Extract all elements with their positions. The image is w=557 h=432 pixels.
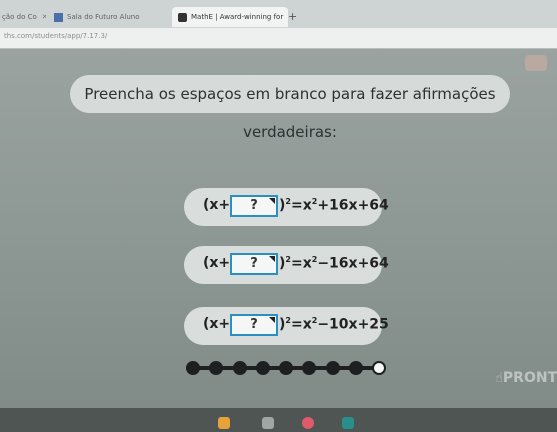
instruction-banner: Preencha os espaços em branco para fazer… bbox=[70, 75, 510, 141]
blank-placeholder: ? bbox=[250, 317, 258, 332]
progress-dot bbox=[256, 361, 270, 375]
app-icon[interactable] bbox=[302, 417, 314, 429]
tab-title: MathE | Award-winning for bbox=[191, 13, 284, 21]
rhs-a: =x bbox=[290, 316, 312, 333]
ready-label: PRONTO bbox=[502, 370, 557, 386]
mathspace-icon bbox=[178, 12, 187, 22]
browser-tab-3[interactable]: MathE | Award-winning for✕ bbox=[172, 7, 288, 27]
exercise-area: Preencha os espaços em branco para fazer… bbox=[0, 49, 557, 432]
progress-dot bbox=[279, 361, 293, 375]
app-icon[interactable] bbox=[342, 417, 354, 429]
progress-dot bbox=[186, 361, 200, 375]
dropdown-arrow-icon bbox=[269, 256, 275, 262]
tab-title: ção do Co bbox=[2, 13, 37, 21]
equation-left: (x+ bbox=[203, 255, 231, 271]
browser-tab-bar: ção do Co ✕ Sala do Futuro Aluno MathE | … bbox=[0, 0, 557, 28]
app-icon[interactable] bbox=[218, 417, 230, 429]
new-tab-button[interactable]: + bbox=[288, 10, 297, 23]
equation-right: )2=x2−10x+25 bbox=[279, 316, 389, 333]
equation-right: )2=x2−16x+64 bbox=[279, 255, 389, 272]
blank-dropdown-2[interactable]: ? bbox=[230, 253, 278, 275]
equation-left: (x+ bbox=[203, 316, 231, 332]
ready-button[interactable]: ☝PRONTO bbox=[495, 370, 557, 386]
close-icon[interactable]: ✕ bbox=[42, 13, 46, 21]
rhs-a: =x bbox=[290, 197, 312, 214]
progress-dot bbox=[372, 361, 386, 375]
equation-right: )2=x2+16x+64 bbox=[279, 197, 389, 214]
rhs-b: −16x+64 bbox=[317, 255, 389, 272]
address-bar[interactable]: ths.com/students/app/7.17.3/ bbox=[0, 28, 557, 49]
hand-pointer-icon: ☝ bbox=[495, 371, 503, 386]
equation-left: (x+ bbox=[203, 197, 231, 213]
progress-tracker bbox=[186, 361, 386, 375]
progress-dot bbox=[209, 361, 223, 375]
app-icon[interactable] bbox=[262, 417, 274, 429]
browser-tab-1[interactable]: ção do Co ✕ bbox=[0, 7, 46, 27]
corner-badge bbox=[525, 55, 547, 71]
dropdown-arrow-icon bbox=[269, 198, 275, 204]
blank-placeholder: ? bbox=[250, 198, 258, 213]
rhs-b: −10x+25 bbox=[317, 316, 389, 333]
rhs-a: =x bbox=[290, 255, 312, 272]
url-text: ths.com/students/app/7.17.3/ bbox=[4, 32, 108, 40]
progress-dot bbox=[233, 361, 247, 375]
blank-dropdown-1[interactable]: ? bbox=[230, 195, 278, 217]
progress-dot bbox=[302, 361, 316, 375]
dropdown-arrow-icon bbox=[269, 317, 275, 323]
browser-tab-2[interactable]: Sala do Futuro Aluno bbox=[54, 7, 184, 27]
page-icon bbox=[54, 12, 63, 22]
equation-row-2: (x+ ? )2=x2−16x+64 bbox=[184, 246, 389, 284]
blank-dropdown-3[interactable]: ? bbox=[230, 314, 278, 336]
rhs-b: +16x+64 bbox=[317, 197, 389, 214]
equation-row-3: (x+ ? )2=x2−10x+25 bbox=[184, 307, 389, 345]
tab-title: Sala do Futuro Aluno bbox=[67, 13, 140, 21]
os-taskbar bbox=[0, 408, 557, 432]
equation-row-1: (x+ ? )2=x2+16x+64 bbox=[184, 188, 389, 226]
progress-dot bbox=[349, 361, 363, 375]
blank-placeholder: ? bbox=[250, 256, 258, 271]
progress-dot bbox=[326, 361, 340, 375]
